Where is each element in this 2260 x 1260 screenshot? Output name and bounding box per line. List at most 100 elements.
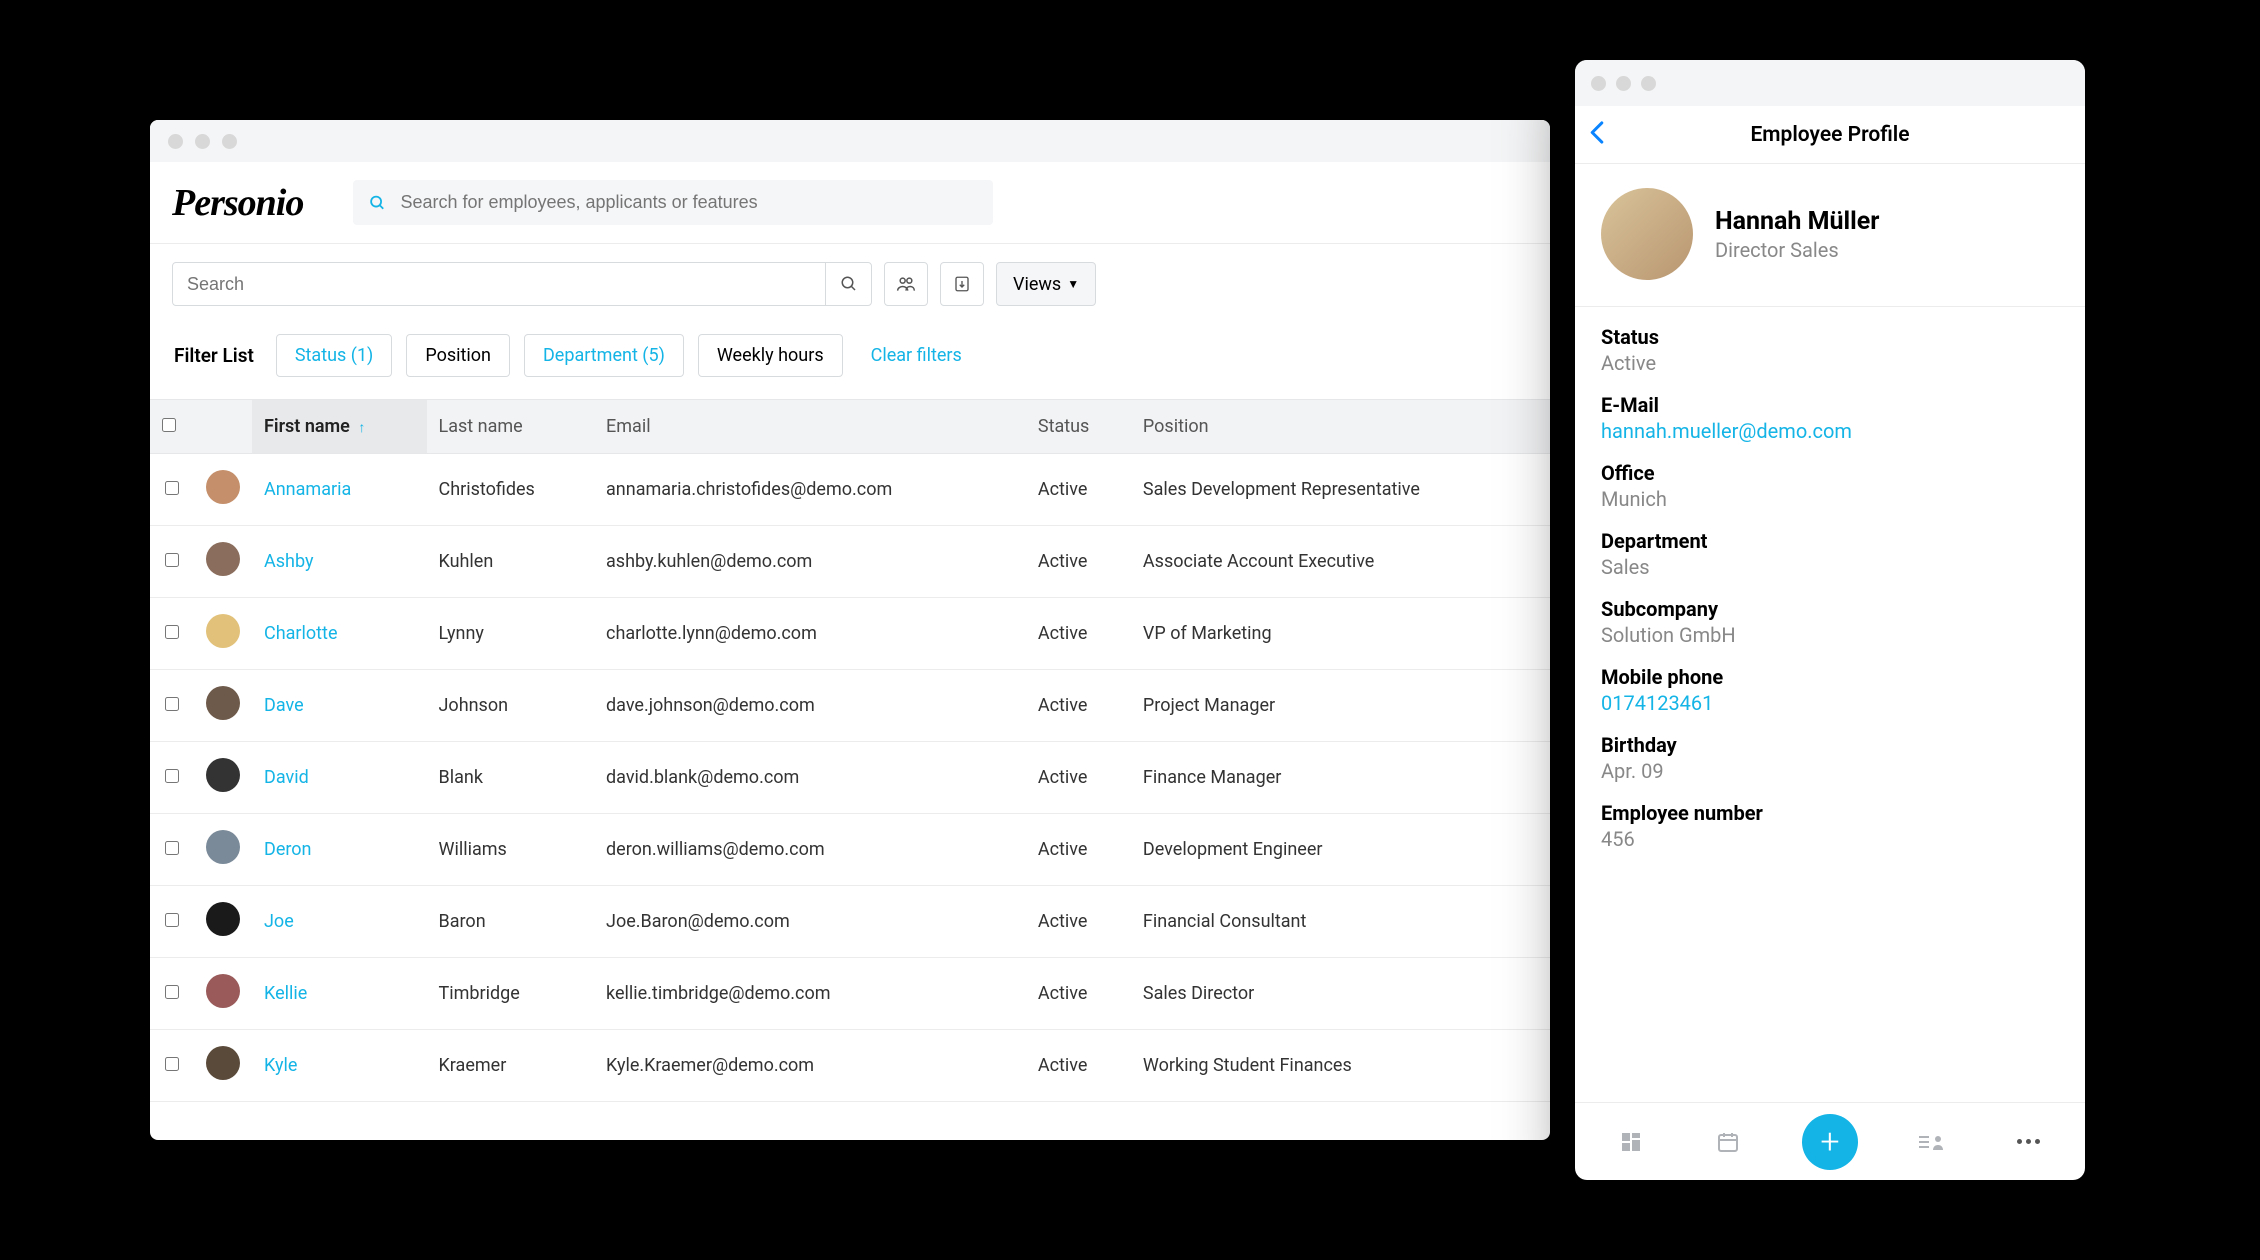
first-name-link[interactable]: Kyle (264, 1055, 297, 1076)
position-cell: Financial Consultant (1131, 886, 1550, 958)
first-name-link[interactable]: Joe (264, 911, 294, 932)
window-close-dot[interactable] (168, 134, 183, 149)
field-value[interactable]: 0174123461 (1601, 691, 2059, 715)
field-value: Apr. 09 (1601, 759, 2059, 783)
row-checkbox[interactable] (165, 553, 179, 567)
calendar-icon (1716, 1130, 1740, 1154)
select-all-checkbox[interactable] (162, 418, 176, 432)
table-row[interactable]: AshbyKuhlenashby.kuhlen@demo.comActiveAs… (150, 526, 1550, 598)
first-name-link[interactable]: Dave (264, 695, 304, 716)
field-label: Subcompany (1601, 597, 2059, 621)
last-name-cell: Timbridge (427, 958, 595, 1030)
global-search[interactable] (353, 180, 993, 225)
window-minimize-dot[interactable] (1616, 76, 1631, 91)
column-select-all[interactable] (150, 400, 194, 454)
first-name-link[interactable]: Ashby (264, 551, 313, 572)
status-cell: Active (1026, 886, 1131, 958)
table-row[interactable]: DaveJohnsondave.johnson@demo.comActivePr… (150, 670, 1550, 742)
profile-field-employee-number: Employee number456 (1601, 801, 2059, 851)
table-row[interactable]: DeronWilliamsderon.williams@demo.comActi… (150, 814, 1550, 886)
column-last-name[interactable]: Last name (427, 400, 595, 454)
first-name-link[interactable]: Kellie (264, 983, 307, 1004)
position-cell: Project Manager (1131, 670, 1550, 742)
first-name-link[interactable]: Deron (264, 839, 312, 860)
status-cell: Active (1026, 958, 1131, 1030)
global-search-input[interactable] (400, 192, 977, 213)
filter-row: Filter List Status (1)PositionDepartment… (150, 324, 1550, 399)
column-status[interactable]: Status (1026, 400, 1131, 454)
local-search-input[interactable] (173, 274, 825, 295)
position-cell: Finance Manager (1131, 742, 1550, 814)
profile-field-status: StatusActive (1601, 325, 2059, 375)
column-first-name[interactable]: First name ↑ (252, 400, 427, 454)
contacts-icon (1919, 1132, 1945, 1152)
chevron-left-icon (1589, 120, 1605, 144)
column-email[interactable]: Email (594, 400, 1026, 454)
row-checkbox[interactable] (165, 913, 179, 927)
nav-dashboard[interactable] (1609, 1120, 1653, 1164)
nav-more[interactable] (2007, 1120, 2051, 1164)
dashboard-icon (1619, 1130, 1643, 1154)
email-cell: charlotte.lynn@demo.com (594, 598, 1026, 670)
local-search-button[interactable] (825, 263, 871, 305)
table-row[interactable]: KellieTimbridgekellie.timbridge@demo.com… (150, 958, 1550, 1030)
window-minimize-dot[interactable] (195, 134, 210, 149)
table-row[interactable]: CharlotteLynnycharlotte.lynn@demo.comAct… (150, 598, 1550, 670)
row-checkbox[interactable] (165, 985, 179, 999)
row-checkbox[interactable] (165, 697, 179, 711)
table-row[interactable]: AnnamariaChristofidesannamaria.christofi… (150, 454, 1550, 526)
nav-contacts[interactable] (1910, 1120, 1954, 1164)
table-row[interactable]: JoeBaronJoe.Baron@demo.comActiveFinancia… (150, 886, 1550, 958)
profile-field-birthday: BirthdayApr. 09 (1601, 733, 2059, 783)
position-cell: VP of Marketing (1131, 598, 1550, 670)
field-value[interactable]: hannah.mueller@demo.com (1601, 419, 2059, 443)
window-zoom-dot[interactable] (222, 134, 237, 149)
export-button[interactable] (940, 262, 984, 306)
top-bar: Personio (150, 162, 1550, 244)
first-name-link[interactable]: Annamaria (264, 479, 351, 500)
row-checkbox[interactable] (165, 1057, 179, 1071)
first-name-link[interactable]: Charlotte (264, 623, 338, 644)
search-icon (369, 194, 386, 212)
views-label: Views (1013, 274, 1061, 295)
position-cell: Working Student Finances (1131, 1030, 1550, 1102)
row-checkbox[interactable] (165, 769, 179, 783)
people-button[interactable] (884, 262, 928, 306)
table-row[interactable]: DavidBlankdavid.blank@demo.comActiveFina… (150, 742, 1550, 814)
status-cell: Active (1026, 670, 1131, 742)
nav-add-button[interactable]: + (1802, 1114, 1858, 1170)
clear-filters-link[interactable]: Clear filters (871, 345, 962, 366)
window-close-dot[interactable] (1591, 76, 1606, 91)
last-name-cell: Johnson (427, 670, 595, 742)
nav-calendar[interactable] (1706, 1120, 1750, 1164)
people-icon (896, 274, 916, 294)
column-position[interactable]: Position (1131, 400, 1550, 454)
avatar (206, 1046, 240, 1080)
mobile-header: Employee Profile (1575, 106, 2085, 164)
last-name-cell: Blank (427, 742, 595, 814)
avatar (206, 758, 240, 792)
filter-chip-department[interactable]: Department (5) (524, 334, 684, 377)
field-label: Employee number (1601, 801, 2059, 825)
field-label: Office (1601, 461, 2059, 485)
first-name-link[interactable]: David (264, 767, 309, 788)
profile-fields: StatusActive E-Mailhannah.mueller@demo.co… (1575, 307, 2085, 1102)
row-checkbox[interactable] (165, 481, 179, 495)
email-cell: david.blank@demo.com (594, 742, 1026, 814)
window-zoom-dot[interactable] (1641, 76, 1656, 91)
views-dropdown[interactable]: Views ▼ (996, 262, 1096, 306)
export-icon (953, 275, 971, 293)
field-value: Solution GmbH (1601, 623, 2059, 647)
plus-icon: + (1820, 1122, 1839, 1162)
table-row[interactable]: KyleKraemerKyle.Kraemer@demo.comActiveWo… (150, 1030, 1550, 1102)
back-button[interactable] (1589, 118, 1605, 151)
employee-list-window: Personio Views ▼ Filter List Status (1)P… (150, 120, 1550, 1140)
row-checkbox[interactable] (165, 841, 179, 855)
filter-chip-position[interactable]: Position (406, 334, 510, 377)
row-checkbox[interactable] (165, 625, 179, 639)
filter-chip-weekly-hours[interactable]: Weekly hours (698, 334, 843, 377)
filter-chip-status[interactable]: Status (1) (276, 334, 392, 377)
profile-field-department: DepartmentSales (1601, 529, 2059, 579)
field-label: E-Mail (1601, 393, 2059, 417)
field-label: Birthday (1601, 733, 2059, 757)
